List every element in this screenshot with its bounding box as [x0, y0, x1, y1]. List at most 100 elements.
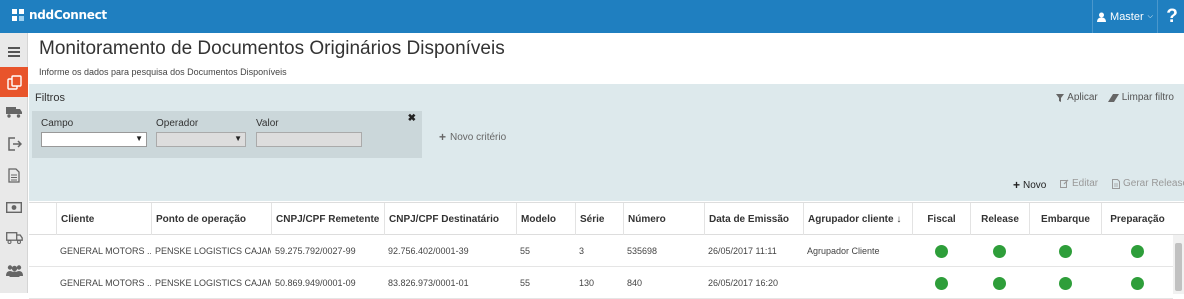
valor-input[interactable] — [256, 132, 362, 147]
column-header-embarque[interactable]: Embarque — [1029, 203, 1101, 235]
cell-modelo: 55 — [520, 278, 531, 288]
generate-release-button[interactable]: Gerar Release — [1112, 178, 1184, 189]
user-name: Master — [1110, 10, 1144, 23]
cell-cliente: GENERAL MOTORS ... — [60, 278, 151, 288]
clear-filter-button[interactable]: Limpar filtro — [1107, 92, 1174, 103]
sidebar-item-exit[interactable] — [0, 129, 28, 159]
status-ok-icon — [993, 244, 1006, 258]
cell-data-emissao: 26/05/2017 16:20 — [708, 278, 779, 288]
add-criterion-label: Novo critério — [450, 131, 507, 143]
column-header-preparacao[interactable]: Preparação — [1101, 203, 1173, 235]
cell-preparacao — [1101, 267, 1173, 299]
table-row[interactable]: GENERAL MOTORS ... PENSKE LOGISTICS CAJA… — [29, 235, 1173, 267]
column-header-numero[interactable]: Número — [623, 203, 704, 235]
documents-table: Cliente Ponto de operação CNPJ/CPF Remet… — [29, 202, 1184, 299]
sidebar-item-finance[interactable] — [0, 192, 28, 222]
status-ok-icon — [1130, 276, 1144, 290]
table-scrollbar[interactable] — [1173, 235, 1184, 294]
edit-button[interactable]: Editar — [1060, 178, 1098, 189]
table-toolbar: + Novo Editar Gerar Release — [29, 178, 1184, 192]
edit-icon — [1060, 179, 1069, 188]
eraser-icon — [1107, 93, 1119, 102]
new-button-label: Novo — [1023, 179, 1047, 191]
filter-criterion: Campo Operador Valor ▼ ▼ ✖ — [32, 111, 422, 158]
filters-heading: Filtros — [35, 92, 65, 104]
add-criterion-button[interactable]: + Novo critério — [439, 130, 506, 144]
brand-logo[interactable]: nddConnect — [12, 8, 107, 22]
filter-icon — [1056, 93, 1065, 102]
document-icon — [1112, 178, 1120, 189]
file-icon — [8, 167, 20, 183]
chevron-down-icon: ⌵ — [1147, 12, 1153, 20]
status-ok-icon — [1058, 276, 1072, 290]
cell-embarque — [1029, 267, 1101, 299]
menu-icon — [8, 47, 20, 57]
dropdown-arrow-icon: ▼ — [135, 134, 143, 143]
cell-agrupador — [803, 267, 912, 299]
dropdown-arrow-icon: ▼ — [234, 134, 242, 143]
column-header-agrupador-cliente[interactable]: Agrupador cliente ↓ — [803, 203, 912, 235]
operador-select[interactable]: ▼ — [156, 132, 246, 147]
cell-ponto-operacao: PENSKE LOGISTICS CAJAM... — [155, 278, 271, 288]
apply-filter-label: Aplicar — [1067, 92, 1098, 103]
money-icon — [6, 201, 22, 213]
cell-cnpj-destinatario: 92.756.402/0001-39 — [388, 246, 469, 256]
cell-release — [970, 267, 1029, 299]
sidebar-item-documents[interactable] — [0, 67, 28, 97]
campo-select[interactable]: ▼ — [41, 132, 147, 147]
cell-fiscal — [912, 267, 970, 299]
sidebar-item-file[interactable] — [0, 160, 28, 190]
page-title: Monitoramento de Documentos Originários … — [39, 38, 505, 59]
cell-cnpj-remetente: 59.275.792/0027-99 — [275, 246, 356, 256]
column-header-serie[interactable]: Série — [575, 203, 623, 235]
campo-label: Campo — [41, 118, 74, 129]
help-button[interactable]: ? — [1160, 0, 1184, 33]
cell-numero: 535698 — [627, 246, 658, 256]
main-content: Monitoramento de Documentos Originários … — [29, 33, 1184, 299]
sidebar-item-delivery[interactable] — [0, 223, 28, 253]
edit-button-label: Editar — [1072, 178, 1099, 189]
column-header-cliente[interactable]: Cliente — [56, 203, 151, 235]
sidebar — [0, 33, 28, 293]
remove-criterion-close-icon[interactable]: ✖ — [408, 113, 416, 124]
cell-fiscal — [912, 235, 970, 267]
status-ok-icon — [934, 276, 948, 290]
column-header-fiscal[interactable]: Fiscal — [912, 203, 970, 235]
new-button[interactable]: + Novo — [1013, 178, 1046, 192]
brand-name: nddConnect — [29, 8, 107, 22]
apply-filter-button[interactable]: Aplicar — [1056, 92, 1098, 103]
plus-icon: + — [439, 130, 447, 144]
table-header: Cliente Ponto de operação CNPJ/CPF Remet… — [29, 203, 1184, 235]
clear-filter-label: Limpar filtro — [1121, 92, 1174, 103]
cell-embarque — [1029, 235, 1101, 267]
cell-modelo: 55 — [520, 246, 531, 256]
sidebar-item-users[interactable] — [0, 255, 28, 285]
plus-icon: + — [1013, 178, 1021, 192]
users-icon — [5, 264, 23, 277]
user-menu[interactable]: Master ⌵ — [1092, 0, 1158, 33]
top-bar: nddConnect Master ⌵ ? — [0, 0, 1184, 33]
sidebar-item-transport[interactable] — [0, 97, 28, 127]
cell-data-emissao: 26/05/2017 11:11 — [708, 246, 777, 256]
column-header-cnpj-destinatario[interactable]: CNPJ/CPF Destinatário — [384, 203, 516, 235]
page-subtitle: Informe os dados para pesquisa dos Docum… — [39, 67, 287, 77]
status-ok-icon — [934, 244, 948, 258]
column-header-release[interactable]: Release — [970, 203, 1029, 235]
column-header-cnpj-remetente[interactable]: CNPJ/CPF Remetente — [271, 203, 384, 235]
cell-ponto-operacao: PENSKE LOGISTICS CAJAM... — [155, 246, 271, 256]
operador-label: Operador — [156, 118, 199, 129]
table-row[interactable]: GENERAL MOTORS ... PENSKE LOGISTICS CAJA… — [29, 267, 1173, 299]
status-ok-icon — [1058, 244, 1072, 258]
logo-icon — [12, 8, 25, 22]
column-header-data-emissao[interactable]: Data de Emissão — [704, 203, 803, 235]
cell-release — [970, 235, 1029, 267]
column-header-modelo[interactable]: Modelo — [516, 203, 575, 235]
menu-toggle[interactable] — [0, 37, 28, 67]
user-icon — [1097, 12, 1107, 22]
delivery-truck-icon — [5, 232, 23, 244]
exit-icon — [7, 137, 22, 151]
scrollbar-thumb[interactable] — [1175, 243, 1182, 291]
filter-actions: Aplicar Limpar filtro — [1056, 92, 1174, 103]
column-header-ponto-operacao[interactable]: Ponto de operação — [151, 203, 271, 235]
status-ok-icon — [1130, 244, 1144, 258]
